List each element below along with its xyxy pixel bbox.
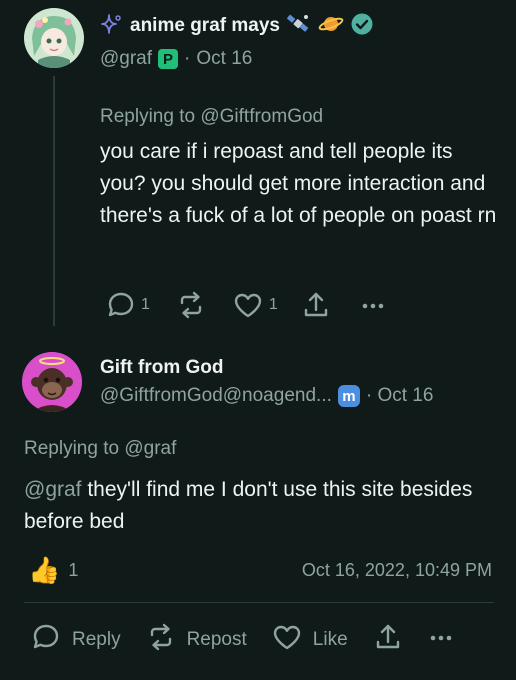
author-name[interactable]: Gift from God bbox=[100, 357, 223, 379]
ape-avatar-image bbox=[22, 352, 82, 412]
poast-badge-icon: P bbox=[158, 49, 179, 69]
repost-button[interactable] bbox=[176, 290, 206, 320]
share-icon bbox=[374, 622, 402, 658]
replying-to-prefix: Replying to bbox=[24, 438, 125, 459]
anime-avatar-image bbox=[24, 8, 84, 68]
replying-to-mention[interactable]: @GiftfromGod bbox=[200, 106, 323, 127]
planet-icon bbox=[318, 12, 344, 41]
replying-to: Replying to @graf bbox=[24, 438, 176, 460]
repost-icon bbox=[176, 290, 206, 320]
reply-button[interactable]: Reply bbox=[30, 622, 121, 658]
post-graf: anime graf mays @graf P · Oct 16 Replyin… bbox=[0, 0, 516, 340]
sparkle-icon bbox=[100, 12, 124, 41]
repost-label: Repost bbox=[186, 629, 247, 650]
like-label: Like bbox=[312, 629, 348, 650]
replying-to: Replying to @GiftfromGod bbox=[100, 106, 323, 128]
more-button[interactable] bbox=[360, 290, 386, 320]
body-mention[interactable]: @graf bbox=[24, 478, 82, 501]
author-handle[interactable]: @GiftfromGod@noagend... bbox=[100, 385, 332, 407]
mastodon-badge-icon: m bbox=[337, 385, 360, 407]
post-timestamp[interactable]: Oct 16, 2022, 10:49 PM bbox=[302, 560, 492, 581]
reply-icon bbox=[30, 622, 62, 658]
handle-row: @GiftfromGod@noagend... m · Oct 16 bbox=[100, 385, 433, 407]
verified-icon bbox=[350, 12, 374, 41]
repost-button[interactable]: Repost bbox=[145, 622, 247, 658]
satellite-icon bbox=[286, 12, 312, 41]
reply-count: 1 bbox=[141, 296, 150, 313]
reaction-summary[interactable]: 👍 1 bbox=[28, 556, 78, 584]
post-body: you care if i repoast and tell people it… bbox=[100, 140, 497, 227]
reply-button[interactable]: 1 bbox=[106, 290, 150, 320]
share-button[interactable] bbox=[374, 622, 402, 658]
post-date[interactable]: · Oct 16 bbox=[366, 385, 434, 407]
like-button[interactable]: 1 bbox=[232, 290, 278, 320]
post-actions: 1 1 bbox=[106, 290, 386, 320]
reply-label: Reply bbox=[72, 629, 121, 650]
thumbs-up-icon: 👍 bbox=[28, 555, 61, 585]
more-icon bbox=[360, 290, 386, 320]
author-name[interactable]: anime graf mays bbox=[130, 15, 280, 37]
reply-icon bbox=[106, 290, 136, 320]
post-actions: Reply Repost Like bbox=[30, 622, 454, 658]
like-icon bbox=[232, 290, 264, 320]
replying-to-prefix: Replying to bbox=[100, 106, 201, 127]
reaction-count: 1 bbox=[68, 559, 79, 580]
like-button[interactable]: Like bbox=[271, 622, 348, 658]
handle-row: @graf P · Oct 16 bbox=[100, 48, 252, 70]
more-icon bbox=[428, 622, 454, 658]
author-row: anime graf mays bbox=[100, 12, 374, 40]
body-text: they'll find me I don't use this site be… bbox=[24, 478, 473, 533]
like-count: 1 bbox=[268, 296, 278, 313]
more-button[interactable] bbox=[428, 622, 454, 658]
avatar[interactable] bbox=[24, 8, 84, 68]
author-handle[interactable]: @graf bbox=[100, 48, 152, 70]
replying-to-mention[interactable]: @graf bbox=[124, 438, 176, 459]
post-body: @graf they'll find me I don't use this s… bbox=[24, 474, 494, 538]
share-button[interactable] bbox=[302, 290, 330, 320]
avatar[interactable] bbox=[22, 352, 82, 412]
thread-line bbox=[53, 76, 55, 326]
separator-dot: · bbox=[184, 48, 191, 69]
repost-icon bbox=[145, 622, 177, 658]
divider bbox=[24, 602, 494, 603]
share-icon bbox=[302, 290, 330, 320]
like-icon bbox=[271, 622, 303, 658]
post-date[interactable]: Oct 16 bbox=[196, 48, 252, 70]
